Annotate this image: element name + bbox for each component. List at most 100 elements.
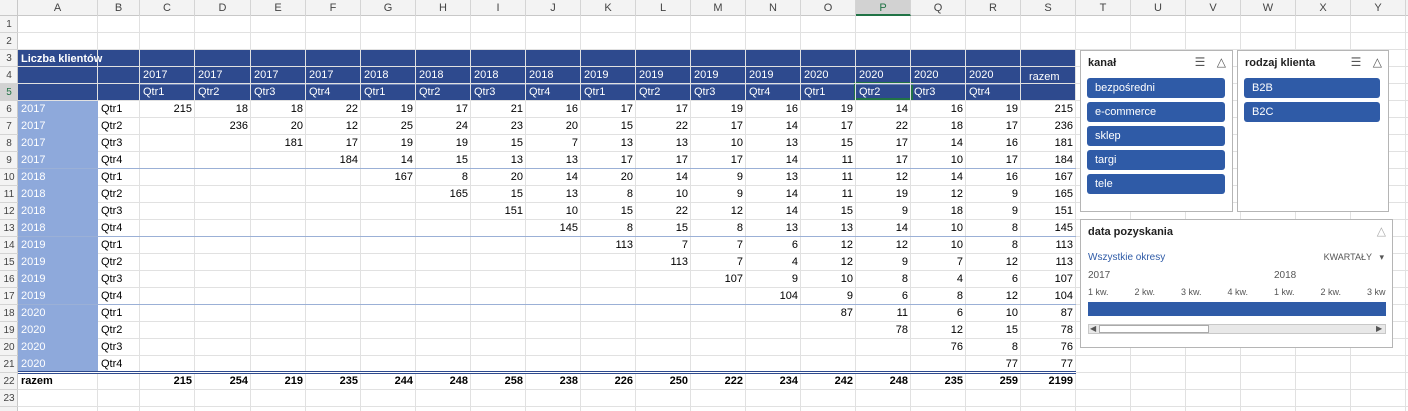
pivot-value-cell[interactable] xyxy=(306,186,361,203)
pivot-value-cell[interactable]: 12 xyxy=(691,203,746,220)
pivot-value-cell[interactable]: 11 xyxy=(801,186,856,203)
pivot-value-cell[interactable]: 87 xyxy=(1021,305,1076,322)
pivot-value-cell[interactable] xyxy=(526,271,581,288)
pivot-value-cell[interactable] xyxy=(416,203,471,220)
row-header[interactable]: 13 xyxy=(0,220,18,237)
pivot-value-cell[interactable] xyxy=(416,271,471,288)
column-header[interactable]: J xyxy=(526,0,581,16)
pivot-value-cell[interactable]: 9 xyxy=(856,254,911,271)
pivot-value-cell[interactable]: 181 xyxy=(1021,135,1076,152)
pivot-value-cell[interactable] xyxy=(526,322,581,339)
row-header[interactable]: 3 xyxy=(0,50,18,67)
pivot-value-cell[interactable] xyxy=(416,322,471,339)
pivot-value-cell[interactable]: 25 xyxy=(361,118,416,135)
pivot-value-cell[interactable]: 14 xyxy=(911,169,966,186)
pivot-value-cell[interactable] xyxy=(636,271,691,288)
pivot-value-cell[interactable] xyxy=(801,339,856,356)
pivot-value-cell[interactable]: 4 xyxy=(746,254,801,271)
grand-total-cell[interactable]: 235 xyxy=(306,373,361,390)
pivot-value-cell[interactable] xyxy=(581,339,636,356)
pivot-value-cell[interactable] xyxy=(306,203,361,220)
pivot-value-cell[interactable]: 17 xyxy=(581,152,636,169)
pivot-value-cell[interactable] xyxy=(416,254,471,271)
pivot-value-cell[interactable] xyxy=(195,169,251,186)
grand-total-cell[interactable]: 235 xyxy=(911,373,966,390)
pivot-value-cell[interactable] xyxy=(801,322,856,339)
pivot-value-cell[interactable] xyxy=(581,288,636,305)
pivot-value-cell[interactable] xyxy=(195,135,251,152)
pivot-value-cell[interactable] xyxy=(471,322,526,339)
row-header[interactable]: 14 xyxy=(0,237,18,254)
pivot-value-cell[interactable] xyxy=(416,339,471,356)
pivot-quarter-header[interactable]: Qtr2 xyxy=(195,84,251,98)
slicer-item-rodzaj[interactable]: B2B xyxy=(1244,78,1380,98)
pivot-value-cell[interactable]: 107 xyxy=(1021,271,1076,288)
timeline-scrollbar[interactable] xyxy=(1088,324,1386,334)
column-header[interactable]: L xyxy=(636,0,691,16)
pivot-value-cell[interactable] xyxy=(526,339,581,356)
pivot-value-cell[interactable] xyxy=(636,288,691,305)
multiselect-icon[interactable]: ☰ xyxy=(1351,55,1362,69)
pivot-value-cell[interactable] xyxy=(195,186,251,203)
pivot-value-cell[interactable]: 7 xyxy=(691,237,746,254)
pivot-value-cell[interactable]: 13 xyxy=(471,152,526,169)
grand-total-cell[interactable]: 215 xyxy=(140,373,195,390)
column-header[interactable]: N xyxy=(746,0,801,16)
scroll-left-icon[interactable]: ◀ xyxy=(1090,324,1096,333)
pivot-value-cell[interactable]: 17 xyxy=(691,118,746,135)
column-header[interactable]: H xyxy=(416,0,471,16)
column-header[interactable]: Q xyxy=(911,0,966,16)
grand-total-cell[interactable]: 242 xyxy=(801,373,856,390)
timeline-quarter-label[interactable]: 4 kw. xyxy=(1228,287,1249,297)
pivot-value-cell[interactable]: 14 xyxy=(526,169,581,186)
pivot-value-cell[interactable]: 12 xyxy=(966,254,1021,271)
pivot-value-cell[interactable]: 13 xyxy=(746,169,801,186)
clear-filter-icon[interactable]: △ xyxy=(1377,224,1386,238)
pivot-value-cell[interactable]: 14 xyxy=(746,152,801,169)
pivot-value-cell[interactable] xyxy=(251,288,306,305)
pivot-value-cell[interactable] xyxy=(251,254,306,271)
row-header[interactable]: 19 xyxy=(0,322,18,339)
pivot-value-cell[interactable]: 14 xyxy=(746,186,801,203)
slicer-item-kanal[interactable]: tele xyxy=(1087,174,1225,194)
column-header[interactable]: O xyxy=(801,0,856,16)
pivot-value-cell[interactable] xyxy=(140,135,195,152)
pivot-value-cell[interactable]: 18 xyxy=(195,101,251,118)
pivot-quarter-header[interactable]: Qtr3 xyxy=(911,84,966,98)
pivot-value-cell[interactable] xyxy=(856,339,911,356)
pivot-value-cell[interactable]: 167 xyxy=(361,169,416,186)
pivot-value-cell[interactable] xyxy=(691,305,746,322)
time-level-dropdown[interactable]: KWARTAŁY xyxy=(1324,252,1372,262)
pivot-value-cell[interactable]: 15 xyxy=(416,152,471,169)
pivot-value-cell[interactable] xyxy=(140,305,195,322)
slicer-item-rodzaj[interactable]: B2C xyxy=(1244,102,1380,122)
pivot-value-cell[interactable]: 7 xyxy=(636,237,691,254)
pivot-value-cell[interactable] xyxy=(195,305,251,322)
pivot-value-cell[interactable]: 9 xyxy=(856,203,911,220)
pivot-quarter-header[interactable]: Qtr4 xyxy=(306,84,361,98)
pivot-quarter-header[interactable]: Qtr2 xyxy=(416,84,471,98)
row-header[interactable]: 20 xyxy=(0,339,18,356)
pivot-value-cell[interactable] xyxy=(306,271,361,288)
pivot-value-cell[interactable] xyxy=(195,203,251,220)
pivot-value-cell[interactable]: 21 xyxy=(471,101,526,118)
pivot-value-cell[interactable] xyxy=(361,186,416,203)
column-header[interactable]: G xyxy=(361,0,416,16)
column-header[interactable]: I xyxy=(471,0,526,16)
pivot-value-cell[interactable]: 8 xyxy=(691,220,746,237)
pivot-value-cell[interactable]: 8 xyxy=(581,220,636,237)
pivot-value-cell[interactable]: 15 xyxy=(581,118,636,135)
pivot-value-cell[interactable] xyxy=(416,237,471,254)
grand-total-cell[interactable]: 248 xyxy=(856,373,911,390)
row-header[interactable]: 7 xyxy=(0,118,18,135)
pivot-value-cell[interactable]: 15 xyxy=(471,135,526,152)
pivot-value-cell[interactable] xyxy=(416,305,471,322)
pivot-value-cell[interactable]: 15 xyxy=(636,220,691,237)
pivot-value-cell[interactable] xyxy=(195,271,251,288)
pivot-value-cell[interactable] xyxy=(140,169,195,186)
pivot-value-cell[interactable]: 10 xyxy=(911,152,966,169)
slicer-item-kanal[interactable]: sklep xyxy=(1087,126,1225,146)
timeline-quarter-label[interactable]: 2 kw. xyxy=(1321,287,1342,297)
pivot-value-cell[interactable]: 11 xyxy=(856,305,911,322)
row-header[interactable]: 21 xyxy=(0,356,18,373)
